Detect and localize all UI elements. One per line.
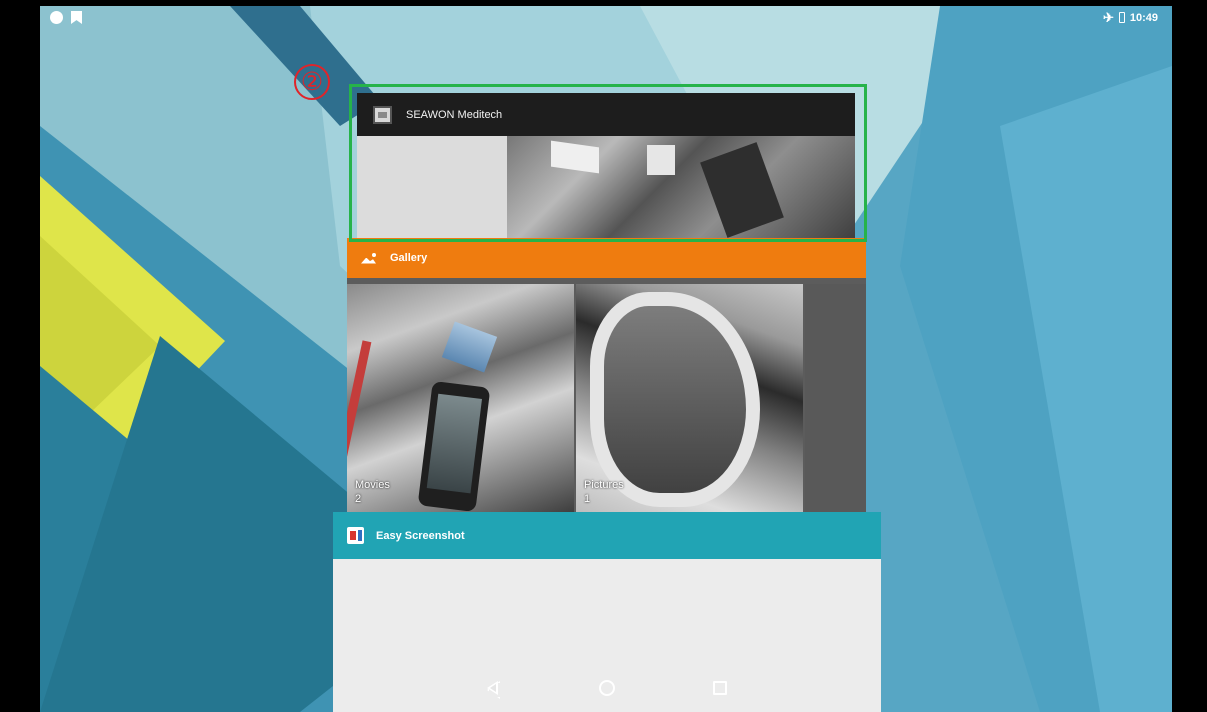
card-title: Easy Screenshot — [376, 529, 465, 542]
airplane-mode-icon: ✈ — [1102, 10, 1114, 25]
home-icon[interactable] — [596, 677, 618, 699]
thumbnail-lens — [590, 292, 760, 507]
step-marker: ② — [294, 64, 330, 100]
status-bar: ✈ 10:49 — [40, 6, 1172, 30]
easy-screenshot-app-icon — [347, 527, 364, 544]
circle-notification-icon — [50, 11, 63, 24]
card-header[interactable]: Gallery — [347, 238, 866, 278]
album-label: Movies 2 — [355, 478, 390, 506]
album-label: Pictures 1 — [584, 478, 624, 506]
highlight-box — [349, 84, 867, 242]
gallery-app-icon — [361, 252, 376, 264]
card-header[interactable]: Easy Screenshot — [333, 512, 881, 559]
thumbnail-detail — [347, 340, 372, 460]
thumbnail-phone — [417, 380, 491, 512]
recent-app-card-gallery[interactable]: Gallery Movies 2 Pictures 1 — [347, 238, 866, 512]
album-name: Movies — [355, 479, 390, 491]
back-icon[interactable] — [482, 677, 504, 699]
album-placeholder — [805, 284, 866, 512]
card-title: Gallery — [390, 252, 428, 264]
bookmark-notification-icon — [71, 11, 82, 24]
navigation-bar — [40, 664, 1172, 712]
recents-icon[interactable] — [709, 677, 731, 699]
album-pictures: Pictures 1 — [576, 284, 803, 512]
album-name: Pictures — [584, 479, 624, 491]
album-count: 1 — [584, 493, 591, 505]
album-count: 2 — [355, 493, 362, 505]
album-movies: Movies 2 — [347, 284, 574, 512]
android-recents-screen: ✈ 10:49 ② SEAWON Meditech Gallery Movies… — [40, 6, 1172, 712]
status-time: 10:49 — [1129, 11, 1158, 24]
thumbnail-detail — [441, 321, 498, 373]
battery-icon — [1118, 12, 1125, 23]
